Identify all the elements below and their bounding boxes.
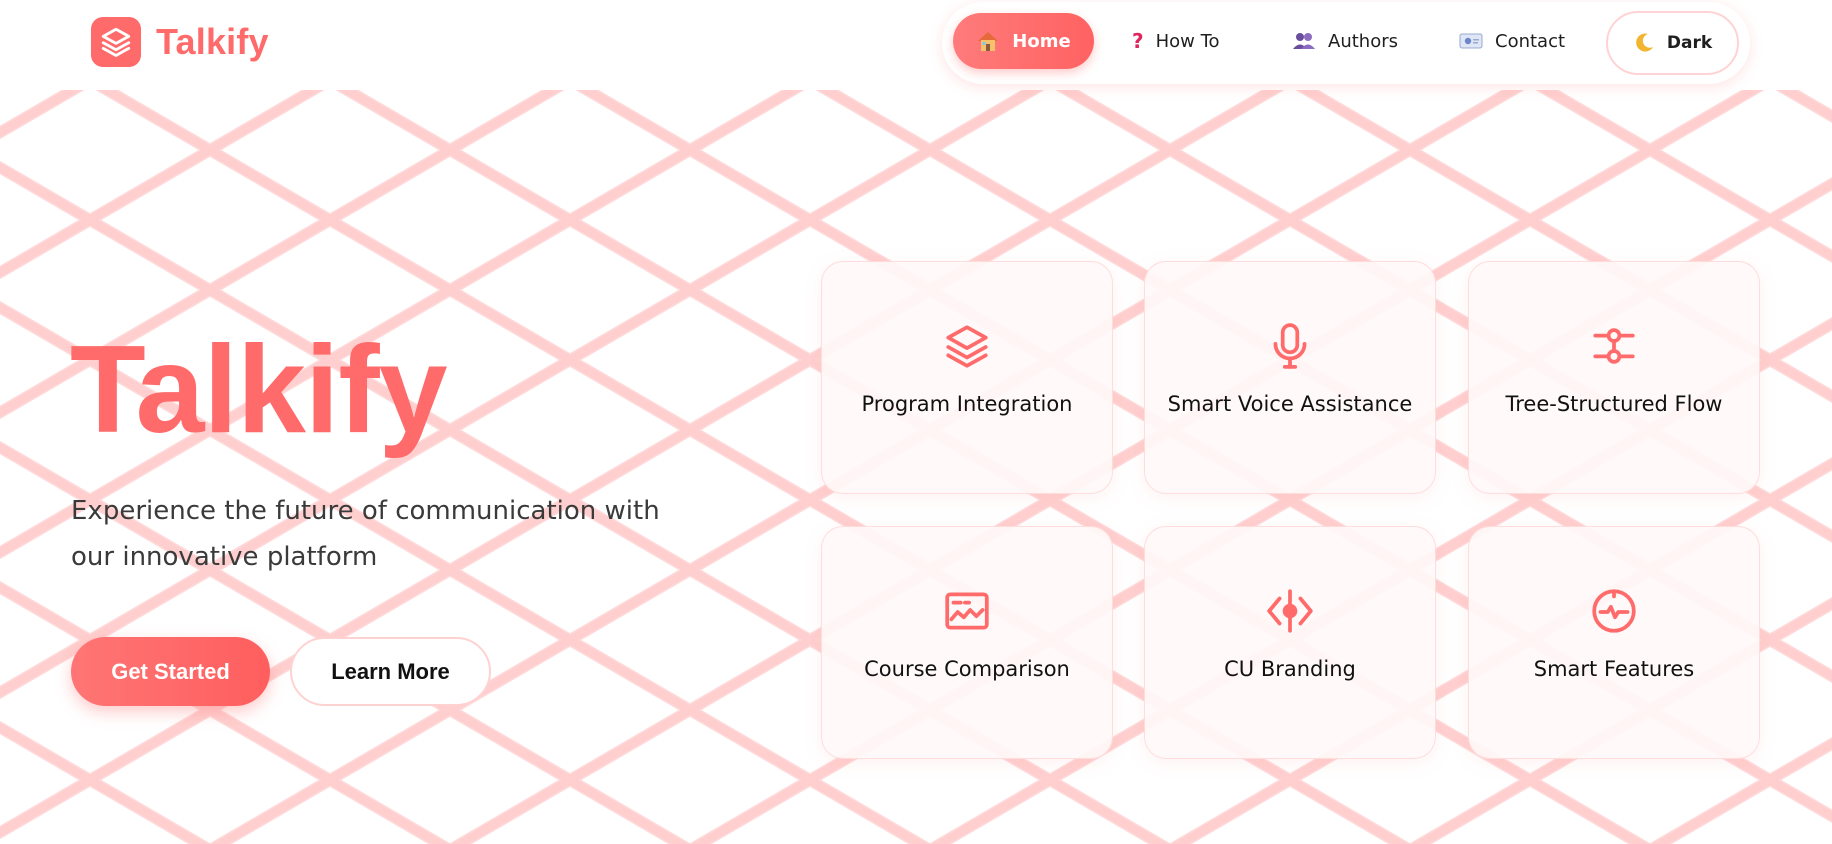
layers-icon (91, 17, 141, 67)
feature-card-label: Course Comparison (864, 657, 1070, 681)
diamond-target-icon (1264, 585, 1316, 637)
microphone-icon (1264, 320, 1316, 372)
feature-card-label: Tree-Structured Flow (1505, 392, 1723, 416)
learn-more-button[interactable]: Learn More (290, 637, 491, 706)
nav-authors-label: Authors (1328, 30, 1398, 52)
nav-authors[interactable]: Authors (1292, 13, 1398, 69)
theme-toggle-label: Dark (1666, 33, 1713, 53)
site-header: Talkify Home ? How To Authors Contact Da… (0, 0, 1832, 90)
people-icon (1292, 32, 1316, 50)
get-started-button[interactable]: Get Started (71, 637, 270, 706)
question-mark-icon: ? (1132, 29, 1144, 53)
feature-card-tree-structured-flow[interactable]: Tree-Structured Flow (1468, 261, 1760, 494)
feature-card-label: Smart Features (1533, 657, 1695, 681)
nav-contact[interactable]: Contact (1459, 13, 1565, 69)
sliders-icon (1588, 320, 1640, 372)
chart-image-icon (941, 585, 993, 637)
feature-card-label: Program Integration (861, 392, 1073, 416)
activity-circle-icon (1588, 585, 1640, 637)
feature-card-program-integration[interactable]: Program Integration (821, 261, 1113, 494)
house-icon (976, 30, 1000, 52)
feature-card-cu-branding[interactable]: CU Branding (1144, 526, 1436, 759)
hero-title: Talkify (70, 321, 448, 459)
crescent-moon-icon (1633, 32, 1655, 54)
feature-card-label: CU Branding (1224, 657, 1356, 681)
feature-card-smart-features[interactable]: Smart Features (1468, 526, 1760, 759)
feature-card-label: Smart Voice Assistance (1167, 392, 1413, 416)
main-nav: Home ? How To Authors Contact Dark (942, 2, 1750, 84)
hero-subtitle: Experience the future of communication w… (71, 496, 660, 572)
id-card-icon (1459, 32, 1483, 50)
feature-card-smart-voice-assistance[interactable]: Smart Voice Assistance (1144, 261, 1436, 494)
nav-home[interactable]: Home (953, 13, 1094, 69)
nav-contact-label: Contact (1495, 30, 1566, 52)
theme-toggle-button[interactable]: Dark (1606, 11, 1739, 75)
nav-home-label: Home (1012, 30, 1071, 52)
feature-card-course-comparison[interactable]: Course Comparison (821, 526, 1113, 759)
nav-how-to-label: How To (1155, 30, 1220, 52)
nav-how-to[interactable]: ? How To (1132, 13, 1220, 69)
brand-name: Talkify (156, 21, 269, 62)
hero-section: Talkify Experience the future of communi… (0, 90, 1832, 844)
layers-icon (941, 320, 993, 372)
brand-link[interactable]: Talkify (91, 17, 269, 67)
